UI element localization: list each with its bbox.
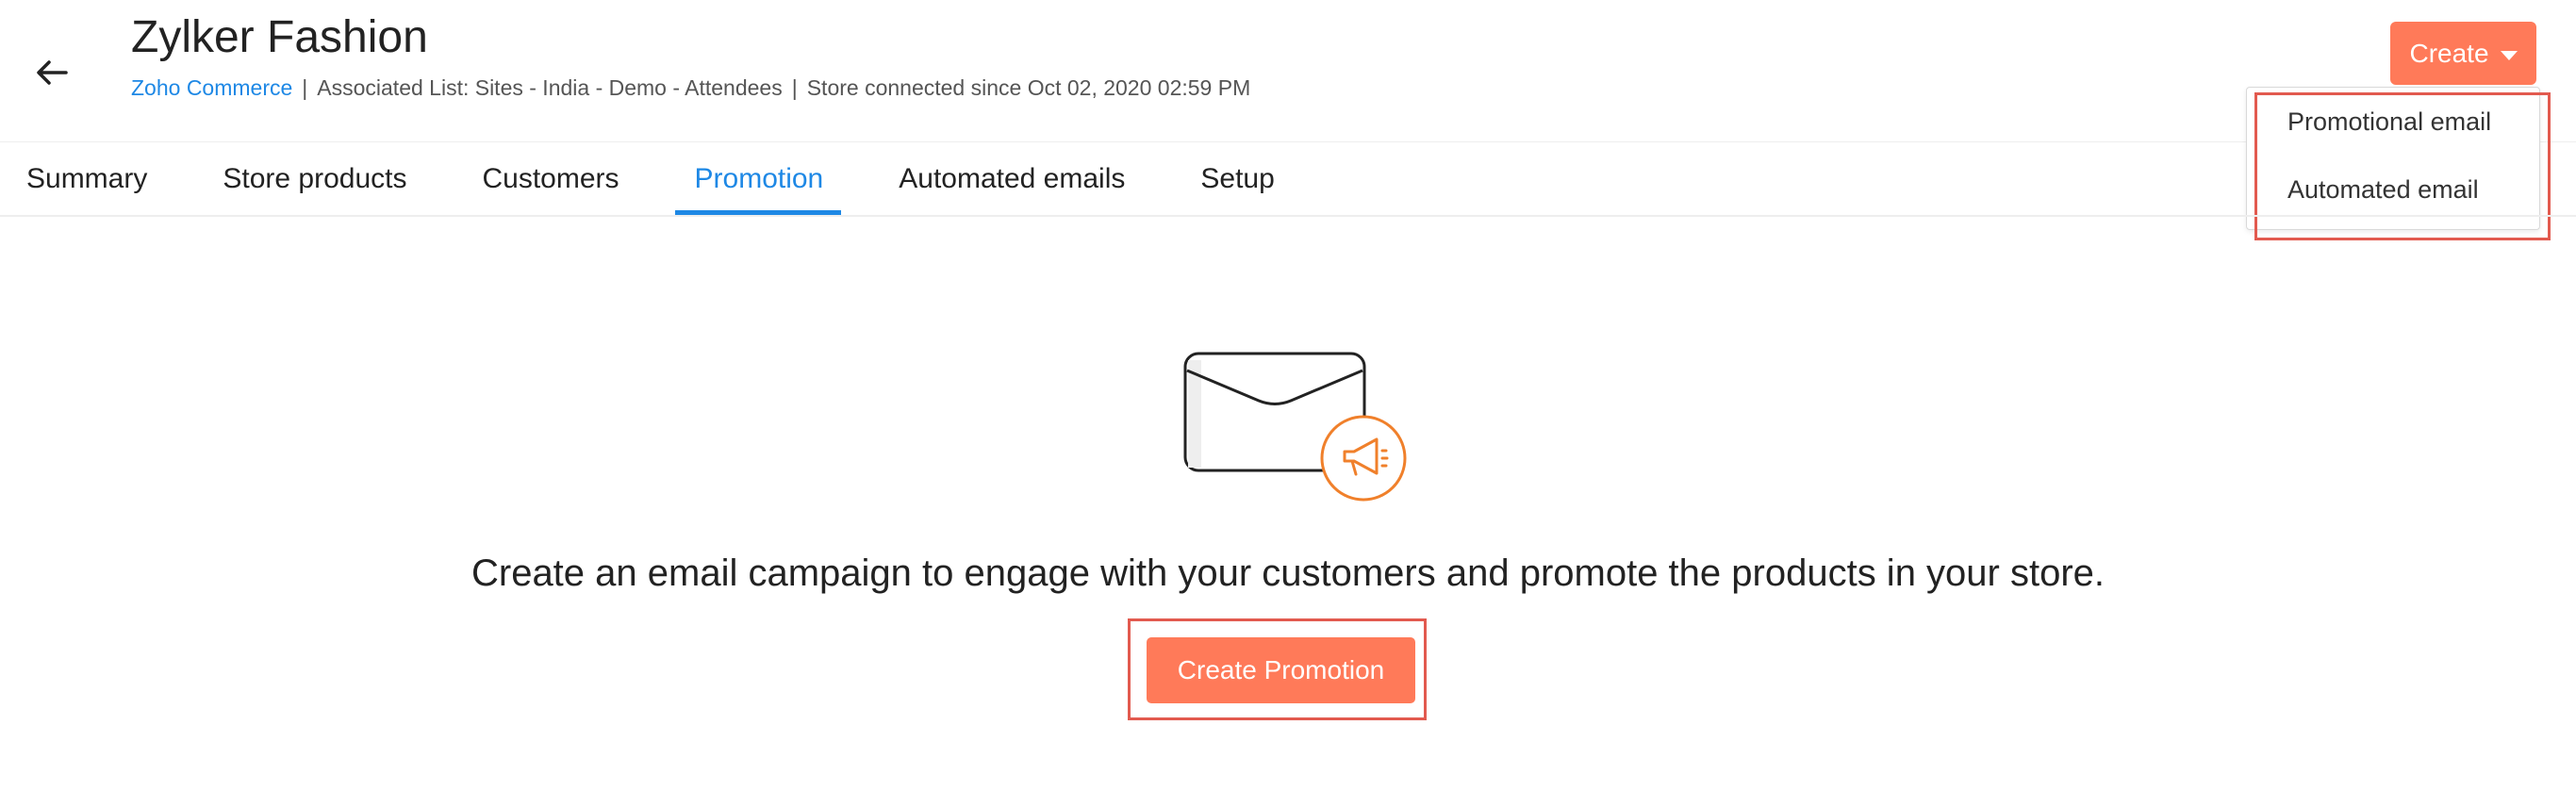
header-divider: [0, 141, 2576, 142]
back-button[interactable]: [28, 49, 75, 96]
meta-separator: |: [302, 75, 308, 100]
page-header: Zylker Fashion Zoho Commerce | Associate…: [0, 0, 2576, 141]
empty-state-message: Create an email campaign to engage with …: [471, 552, 2105, 594]
tab-promotion[interactable]: Promotion: [674, 143, 841, 215]
tab-bar: Summary Store products Customers Promoti…: [0, 143, 1275, 215]
connected-since: Store connected since Oct 02, 2020 02:59…: [806, 75, 1251, 100]
meta-separator: |: [791, 75, 798, 100]
tab-store-products[interactable]: Store products: [223, 143, 406, 215]
caret-down-icon: [2500, 50, 2518, 60]
arrow-left-icon: [37, 60, 68, 85]
tab-customers[interactable]: Customers: [482, 143, 619, 215]
create-button[interactable]: Create: [2390, 22, 2536, 85]
platform-link[interactable]: Zoho Commerce: [131, 75, 292, 101]
envelope-megaphone-icon: [1183, 352, 1407, 502]
store-meta: Zoho Commerce | Associated List: Sites -…: [131, 75, 1250, 101]
tab-setup[interactable]: Setup: [1200, 143, 1274, 215]
tab-automated-emails[interactable]: Automated emails: [899, 143, 1125, 215]
create-promotion-button[interactable]: Create Promotion: [1147, 637, 1415, 703]
associated-list: Associated List: Sites - India - Demo - …: [317, 75, 783, 100]
create-button-label: Create: [2409, 38, 2489, 68]
page-title: Zylker Fashion: [131, 12, 428, 62]
tab-summary[interactable]: Summary: [26, 143, 147, 215]
tabs-divider: [0, 215, 2576, 217]
dropdown-highlight-box: [2254, 92, 2551, 240]
